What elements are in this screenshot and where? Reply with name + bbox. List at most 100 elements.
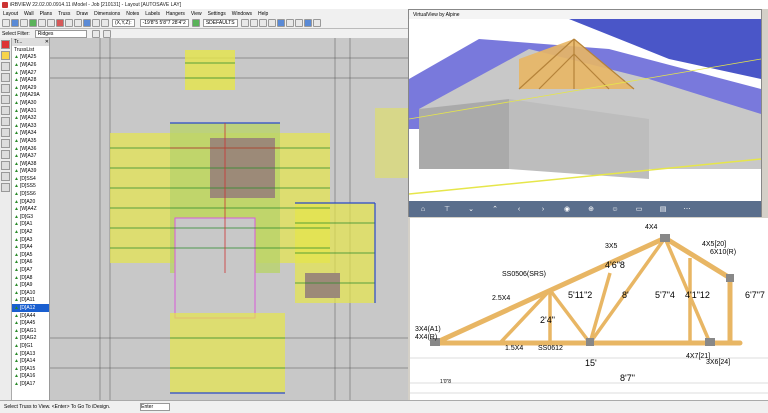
split-icon[interactable]: ▤	[657, 205, 669, 213]
truss-list-item[interactable]: ▲ [D]A16	[12, 373, 49, 381]
truss-list-item[interactable]: ▲ [D]SS4	[12, 175, 49, 183]
chevron-down-icon[interactable]: ⌄	[465, 205, 477, 213]
filter-icon[interactable]	[91, 29, 100, 38]
mirror-icon[interactable]	[92, 19, 100, 27]
zoom-window-icon[interactable]	[258, 19, 267, 27]
copy-icon[interactable]	[65, 19, 73, 27]
menu-help[interactable]: Help	[258, 11, 268, 17]
panel-icon[interactable]: ▭	[633, 205, 645, 213]
filter-select[interactable]: Ridges	[34, 29, 87, 38]
truss-list-item[interactable]: ▲ [D]A8	[12, 274, 49, 282]
truss-list-item[interactable]: ▲ [D]A5	[12, 251, 49, 259]
delete-icon[interactable]	[56, 19, 64, 27]
layout-tool-icon[interactable]	[1, 183, 10, 192]
roof-tool-icon[interactable]	[1, 139, 10, 148]
truss-list-item[interactable]: ▲ [D]G3	[12, 213, 49, 221]
truss-list-item[interactable]: ▲ [D]A10	[12, 289, 49, 297]
menu-draw[interactable]: Draw	[76, 11, 88, 17]
truss-list-item[interactable]: ▲ [D]A2	[12, 228, 49, 236]
menu-hangers[interactable]: Hangers	[166, 11, 185, 17]
render-icon[interactable]	[294, 19, 303, 27]
layers-icon[interactable]	[102, 29, 111, 38]
truss-list-item[interactable]: ▲ [D]SS6	[12, 190, 49, 198]
truss-list-item[interactable]: ▲ [D]A44	[12, 312, 49, 320]
truss-list-item[interactable]: ▲ [D]AG2	[12, 335, 49, 343]
truss-list-item[interactable]: ▲ [W]A35	[12, 137, 49, 145]
truss-list-item[interactable]: ▲ [W]A39	[12, 168, 49, 176]
menu-notes[interactable]: Notes	[126, 11, 139, 17]
valley-tool-icon[interactable]	[1, 161, 10, 170]
menu-layout[interactable]: Layout	[3, 11, 18, 17]
home-icon[interactable]: ⌂	[417, 206, 429, 213]
save-icon[interactable]	[20, 19, 28, 27]
open-icon[interactable]	[11, 19, 19, 27]
truss-list-item[interactable]: ▲ [W]A27	[12, 69, 49, 77]
zoom-out-icon[interactable]	[249, 19, 258, 27]
truss-list-item[interactable]: ▲ [D]A11	[12, 297, 49, 305]
truss-list-item[interactable]: ▲ [W]A31	[12, 107, 49, 115]
truss-list-root[interactable]: TrussList	[12, 46, 49, 54]
truss-profile-view[interactable]: 4X4 3X5 4X5[20] 6X10(R) SS0506(SRS) 2.5X…	[410, 218, 768, 400]
label-tool-icon[interactable]	[1, 117, 10, 126]
menu-windows[interactable]: Windows	[232, 11, 252, 17]
new-icon[interactable]	[2, 19, 10, 27]
truss-list-item[interactable]: ▲ [D]A13	[12, 350, 49, 358]
truss-list-item[interactable]: ▲ [D]A4	[12, 243, 49, 251]
move-icon[interactable]	[74, 19, 82, 27]
truss-list-item[interactable]: ▲ [W]A32	[12, 114, 49, 122]
note-tool-icon[interactable]	[1, 106, 10, 115]
zoom-extents-icon[interactable]	[267, 19, 276, 27]
pan-icon[interactable]	[276, 19, 285, 27]
truss-list-item[interactable]: ▲ [D]SS5	[12, 183, 49, 191]
truss-list-item[interactable]: ▲ [D]A7	[12, 266, 49, 274]
truss-list-item[interactable]: ▲ [D]A17	[12, 380, 49, 388]
truss-list-item[interactable]: ▲ [W]A29	[12, 84, 49, 92]
settings-icon[interactable]	[312, 19, 321, 27]
menu-truss[interactable]: Truss	[58, 11, 70, 17]
truss-list-item[interactable]: ▲ [W]A30	[12, 99, 49, 107]
truss-list-item[interactable]: ▲ [W]A36	[12, 145, 49, 153]
truss-list-item[interactable]: ▲ [W]A25	[12, 54, 49, 62]
person-icon[interactable]: ☺	[609, 206, 621, 213]
command-field[interactable]: Enter	[140, 403, 171, 411]
truss-list-item[interactable]: ▲ [D]A14	[12, 357, 49, 365]
select-tool-icon[interactable]	[1, 40, 10, 49]
truss-list-item[interactable]: ▲ [W]A38	[12, 160, 49, 168]
chevron-left-icon[interactable]: ‹	[513, 206, 525, 213]
rotate-icon[interactable]	[83, 19, 91, 27]
wall-tool-icon[interactable]	[1, 62, 10, 71]
truss-list-item[interactable]: ▲ [D]A1	[12, 221, 49, 229]
truss-list-item[interactable]: ▲ [W]A26	[12, 61, 49, 69]
menu-labels[interactable]: Labels	[145, 11, 160, 17]
truss-list-item[interactable]: ▲ [D]G1	[12, 342, 49, 350]
snap-icon[interactable]	[191, 19, 200, 27]
truss-list-item[interactable]: ▲ [D]A15	[12, 365, 49, 373]
truss-list-item[interactable]: ▲ [W]A28	[12, 76, 49, 84]
truss-list-item[interactable]: ▲ [W]A29A	[12, 92, 49, 100]
chevron-up-icon[interactable]: ⌃	[489, 205, 501, 213]
truss-list-item[interactable]: ▲ [D]A45	[12, 319, 49, 327]
3d-view-icon[interactable]	[285, 19, 294, 27]
hip-tool-icon[interactable]	[1, 150, 10, 159]
grid-icon[interactable]	[101, 19, 109, 27]
redo-icon[interactable]	[47, 19, 55, 27]
info-icon[interactable]	[303, 19, 312, 27]
more-icon[interactable]: ⋯	[681, 205, 693, 213]
menu-wall[interactable]: Wall	[24, 11, 34, 17]
hanger-tool-icon[interactable]	[1, 84, 10, 93]
bearing-tool-icon[interactable]	[1, 128, 10, 137]
truss-list-item[interactable]: ▲ [W]A4Z	[12, 205, 49, 213]
truss-list-item[interactable]: ▲ [D]A20	[12, 198, 49, 206]
beam-tool-icon[interactable]	[1, 73, 10, 82]
chevron-right-icon[interactable]: ›	[537, 206, 549, 213]
menu-view[interactable]: View	[191, 11, 202, 17]
girder-tool-icon[interactable]	[1, 172, 10, 181]
truss-list-item[interactable]: ▲ [D]A3	[12, 236, 49, 244]
menu-settings[interactable]: Settings	[208, 11, 226, 17]
dimension-tool-icon[interactable]	[1, 95, 10, 104]
layer-select[interactable]: SDEFAULTS	[202, 19, 238, 27]
virtualview-3d-scene[interactable]: 210131	[409, 19, 761, 201]
truss-list-item[interactable]: ▲ [D]A6	[12, 259, 49, 267]
undo-icon[interactable]	[38, 19, 46, 27]
truss-list-item[interactable]: ▲ [W]A34	[12, 130, 49, 138]
